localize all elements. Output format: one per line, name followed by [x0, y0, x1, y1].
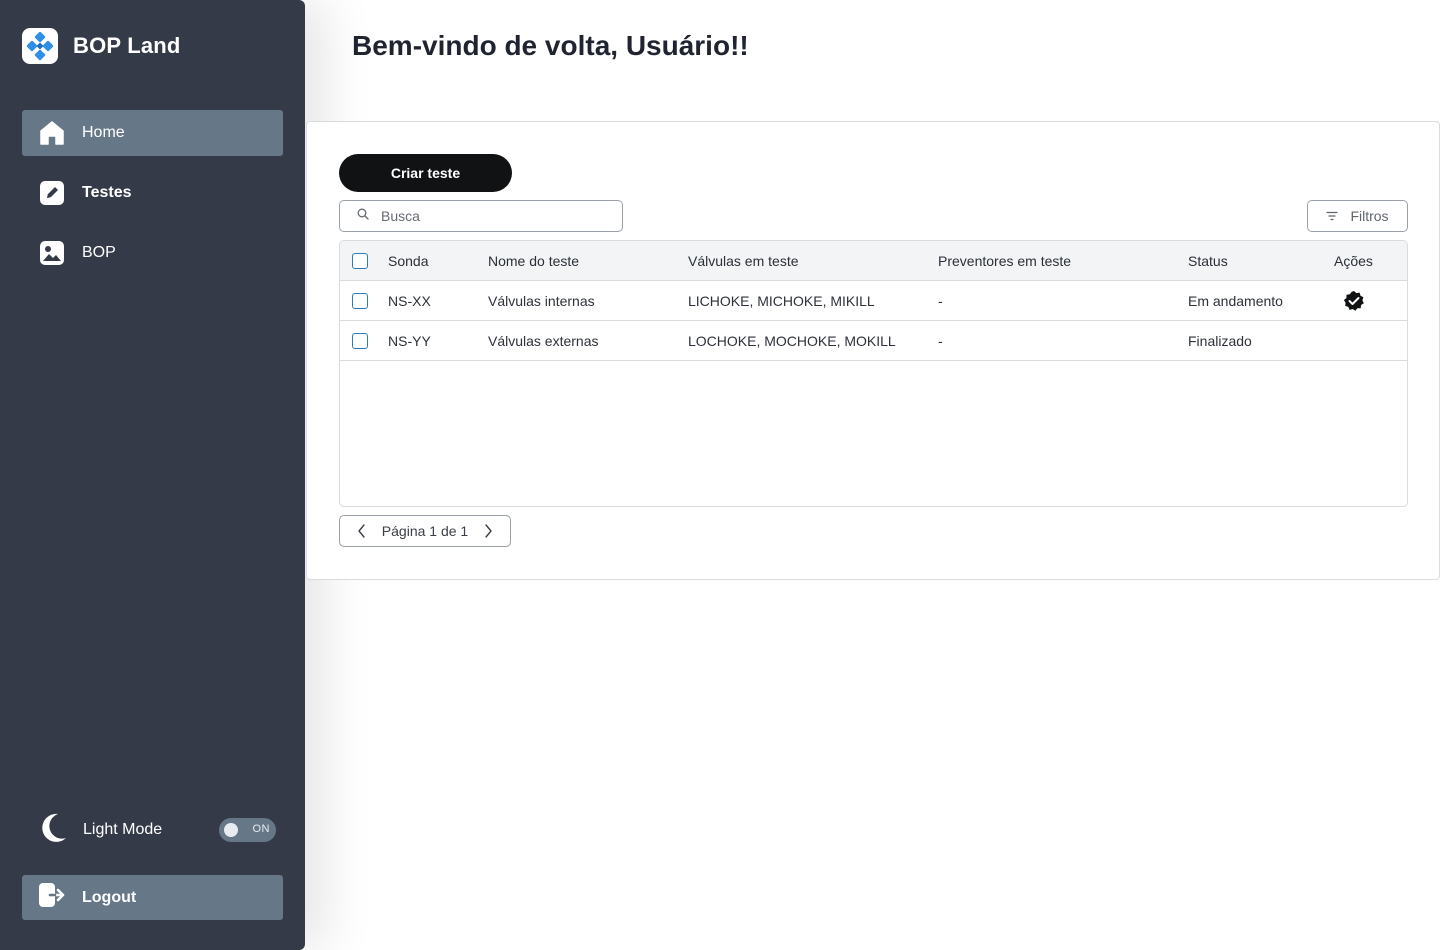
- brand-logo-icon: [22, 28, 58, 64]
- logout-label: Logout: [82, 888, 137, 906]
- edit-icon: [38, 180, 65, 207]
- logout-button[interactable]: Logout: [22, 875, 283, 920]
- cell-valvulas: LOCHOKE, MOCHOKE, MOKILL: [688, 333, 896, 349]
- create-test-button[interactable]: Criar teste: [339, 154, 512, 192]
- row-check-cell: [352, 321, 368, 361]
- brand-name: BOP Land: [73, 33, 181, 58]
- tests-card: Criar teste Filtros Sonda Nome do teste …: [306, 121, 1440, 580]
- filter-button[interactable]: Filtros: [1307, 200, 1408, 232]
- logout-icon: [38, 881, 66, 914]
- select-all-checkbox[interactable]: [352, 253, 368, 269]
- cell-sonda: NS-XX: [388, 293, 431, 309]
- pagination-label: Página 1 de 1: [381, 523, 469, 539]
- cell-valvulas: LICHOKE, MICHOKE, MIKILL: [688, 293, 875, 309]
- row-check-cell: [352, 281, 368, 321]
- sidebar-item-label: Home: [82, 124, 125, 141]
- table-row[interactable]: NS-XX Válvulas internas LICHOKE, MICHOKE…: [340, 281, 1407, 321]
- cell-preventores: -: [938, 293, 943, 309]
- cell-nome: Válvulas externas: [488, 333, 599, 349]
- table-row[interactable]: NS-YY Válvulas externas LOCHOKE, MOCHOKE…: [340, 321, 1407, 361]
- cell-sonda: NS-YY: [388, 333, 431, 349]
- search-icon: [357, 207, 369, 225]
- pagination: Página 1 de 1: [339, 515, 511, 547]
- tests-table: Sonda Nome do teste Válvulas em teste Pr…: [339, 240, 1408, 507]
- column-header-acoes: Ações: [1334, 253, 1373, 269]
- row-checkbox[interactable]: [352, 333, 368, 349]
- cell-preventores: -: [938, 333, 943, 349]
- toggle-text: ON: [252, 823, 270, 835]
- sidebar-item-home[interactable]: Home: [22, 110, 283, 156]
- search-box[interactable]: [339, 200, 623, 232]
- column-header-nome[interactable]: Nome do teste: [488, 241, 579, 281]
- row-checkbox[interactable]: [352, 293, 368, 309]
- light-mode-row: Light Mode ON: [38, 812, 276, 848]
- sidebar-item-label: BOP: [82, 244, 116, 261]
- light-mode-toggle[interactable]: ON: [219, 818, 276, 842]
- select-all-cell: [352, 241, 368, 281]
- brand[interactable]: BOP Land: [22, 28, 181, 64]
- toggle-knob: [224, 823, 238, 837]
- column-header-status[interactable]: Status: [1188, 241, 1228, 281]
- column-header-valvulas[interactable]: Válvulas em teste: [688, 241, 799, 281]
- verified-badge-icon[interactable]: [1343, 281, 1365, 321]
- chevron-right-icon[interactable]: [480, 523, 496, 539]
- search-input[interactable]: [381, 208, 601, 224]
- sidebar-item-bop[interactable]: BOP: [22, 230, 283, 276]
- filter-icon: [1326, 208, 1339, 224]
- column-header-preventores[interactable]: Preventores em teste: [938, 241, 1071, 281]
- sidebar-item-label: Testes: [82, 184, 132, 201]
- sidebar: BOP Land Home Testes BOP Light Mode ON L…: [0, 0, 305, 950]
- sidebar-item-testes[interactable]: Testes: [22, 170, 283, 216]
- column-header-sonda[interactable]: Sonda: [388, 241, 428, 281]
- cell-nome: Válvulas internas: [488, 293, 595, 309]
- home-icon: [38, 120, 65, 147]
- light-mode-label: Light Mode: [83, 821, 163, 838]
- chevron-left-icon[interactable]: [354, 523, 370, 539]
- cell-status: Em andamento: [1188, 293, 1283, 309]
- page-title: Bem-vindo de volta, Usuário!!: [352, 30, 749, 61]
- moon-icon: [38, 812, 68, 849]
- table-header-row: Sonda Nome do teste Válvulas em teste Pr…: [340, 241, 1407, 281]
- cell-status: Finalizado: [1188, 333, 1252, 349]
- filter-label: Filtros: [1350, 208, 1389, 224]
- image-icon: [38, 240, 65, 267]
